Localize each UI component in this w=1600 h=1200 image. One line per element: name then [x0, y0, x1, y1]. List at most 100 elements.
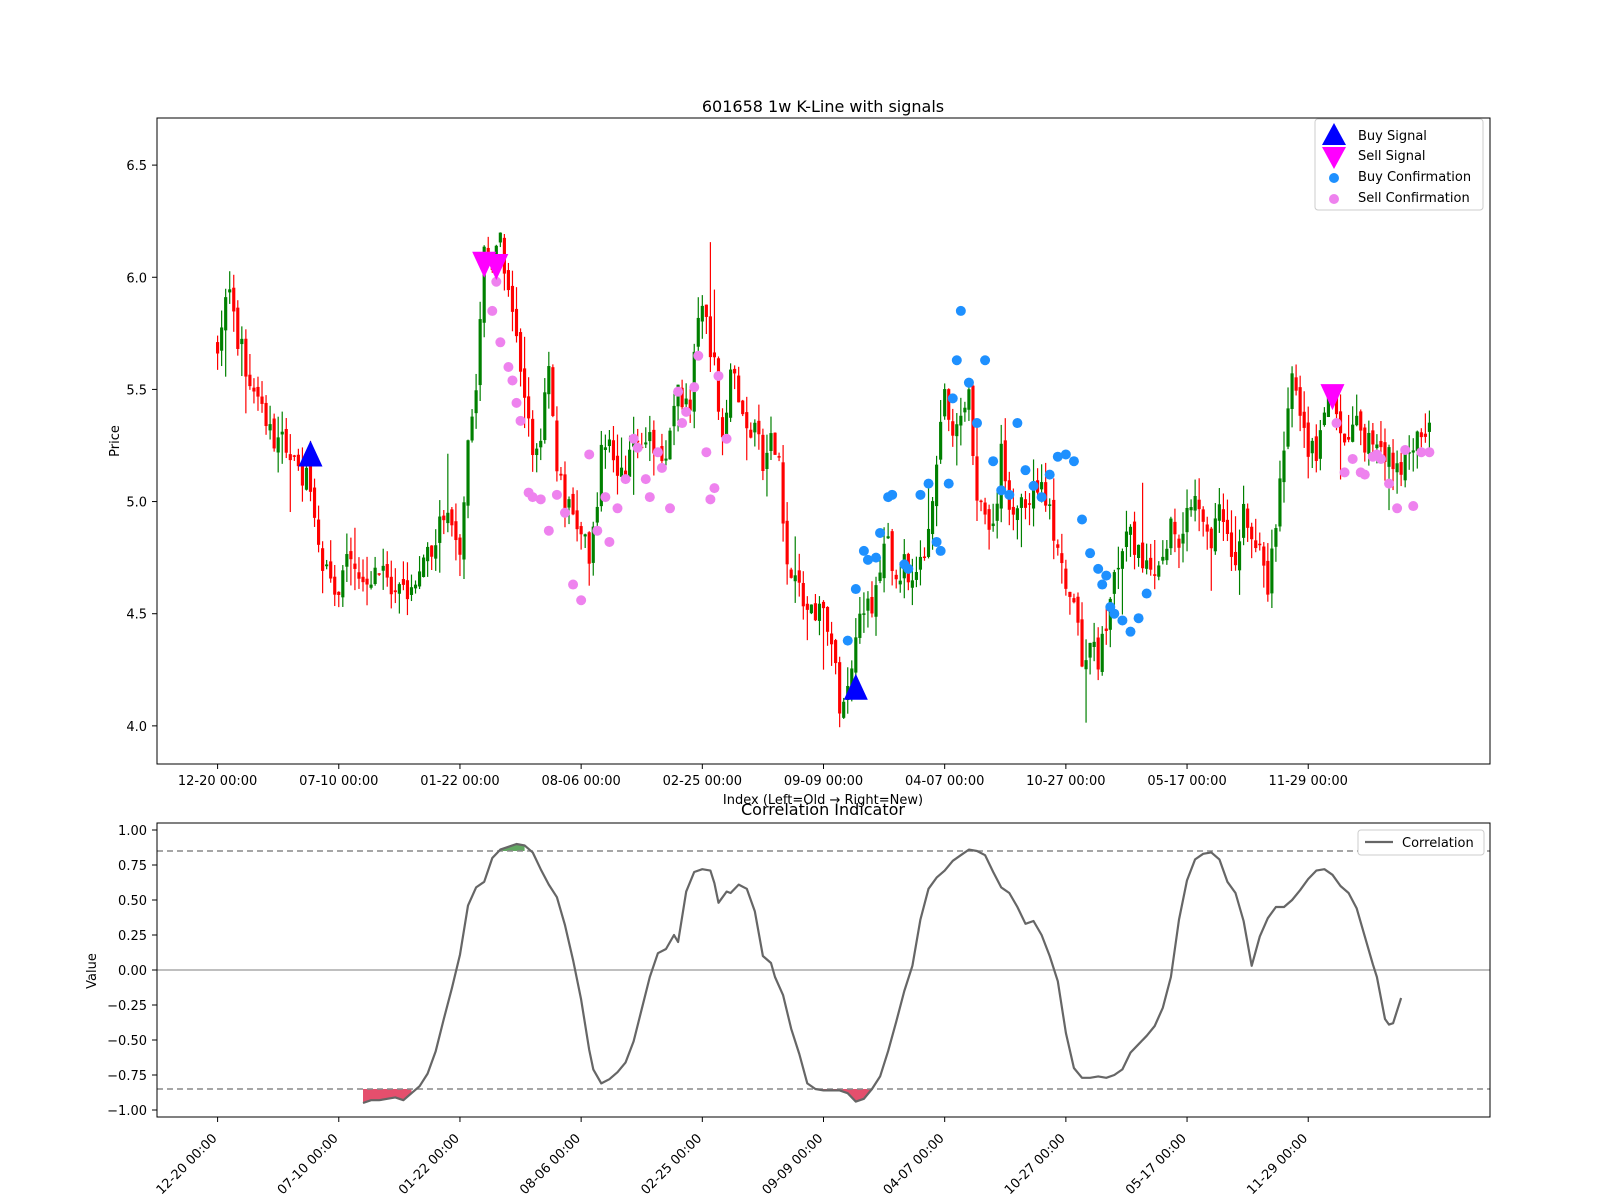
candle-body	[345, 554, 349, 567]
candle-body	[1371, 430, 1375, 445]
candle-body	[1347, 437, 1351, 440]
candle-body	[1266, 560, 1270, 595]
candle-body	[1205, 524, 1209, 532]
candle-body	[373, 567, 377, 585]
kline-legend: Buy Signal Sell Signal Buy Confirmation …	[1314, 118, 1484, 211]
y-tick-label: 6.0	[126, 271, 147, 286]
candle-body	[611, 440, 616, 461]
candle-body	[781, 462, 785, 524]
candle-body	[696, 317, 700, 347]
candle-body	[842, 701, 846, 718]
candle-body	[963, 407, 967, 413]
candle-body	[349, 551, 353, 560]
candle-body	[244, 338, 248, 377]
sell-confirmation-point	[709, 483, 720, 494]
candle-body	[935, 464, 939, 507]
candle-body	[615, 455, 620, 476]
candle-body	[1011, 506, 1015, 515]
y-tick-label: 0.75	[118, 859, 147, 874]
candle-body	[1132, 521, 1137, 555]
kline-title: 601658 1w K-Line with signals	[702, 97, 944, 116]
candle-body	[377, 573, 381, 575]
candle-body	[1282, 450, 1286, 483]
candle-body	[1027, 503, 1032, 505]
candle-body	[1427, 422, 1431, 432]
candle-body	[1104, 628, 1108, 631]
x-tick-label: 11-29 00:00	[1269, 774, 1348, 789]
figure: 601658 1w K-Line with signals 4.0 4.5 5.0 5…	[85, 97, 1491, 1198]
candle-body	[1116, 567, 1120, 570]
candle-body	[1306, 422, 1310, 457]
candle-body	[337, 591, 341, 595]
buy-confirmation-point	[935, 545, 946, 556]
candle-body	[700, 305, 704, 322]
candle-body	[466, 440, 470, 506]
candle-body	[1419, 432, 1423, 438]
candle-body	[1209, 528, 1213, 549]
candle-body	[749, 429, 753, 438]
candle-body	[559, 473, 563, 476]
candle-body	[975, 456, 979, 501]
candle-body	[1217, 504, 1221, 521]
candle-body	[551, 367, 555, 416]
candle-body	[308, 462, 313, 492]
candle-body	[1120, 551, 1124, 569]
candle-body	[1213, 518, 1217, 552]
buy-confirmation-point	[1109, 608, 1120, 619]
candle-body	[943, 389, 947, 417]
candle-body	[834, 640, 838, 664]
candle-body	[264, 402, 268, 427]
candle-body	[1274, 528, 1278, 547]
candle-body	[389, 576, 393, 595]
candle-body	[1056, 544, 1060, 548]
x-tick-label: 05-17 00:00	[1123, 1131, 1190, 1198]
candle-body	[288, 454, 292, 461]
candle-body	[1387, 447, 1391, 467]
candle-body	[1250, 526, 1254, 540]
x-tick-label: 05-17 00:00	[1147, 774, 1226, 789]
candle-body	[321, 548, 325, 571]
y-tick-label: −1.00	[107, 1104, 147, 1119]
sell-confirmation-point	[693, 350, 704, 361]
candle-body	[1003, 440, 1007, 482]
candle-body	[260, 396, 264, 404]
candle-body	[1080, 619, 1084, 667]
candle-body	[720, 417, 725, 438]
candle-body	[898, 580, 902, 585]
sell-confirmation-point	[620, 474, 631, 485]
candle-body	[793, 575, 797, 582]
candle-body	[1076, 596, 1080, 623]
candle-body	[575, 510, 579, 530]
candle-body	[664, 458, 668, 461]
candle-body	[555, 420, 559, 472]
candle-body	[737, 375, 741, 403]
legend-buy-confirmation: Buy Confirmation	[1358, 170, 1471, 185]
buy-confirmation-point	[1093, 563, 1104, 574]
candle-body	[1318, 430, 1322, 459]
candle-body	[1242, 503, 1246, 538]
sell-confirmation-point	[1392, 503, 1403, 514]
candle-body	[506, 270, 511, 291]
y-tick-label: 0.50	[118, 894, 147, 909]
candle-body	[397, 584, 401, 594]
sell-confirmation-point	[721, 433, 732, 444]
candle-body	[668, 430, 672, 460]
buy-confirmation-point	[1068, 456, 1079, 467]
candle-body	[769, 433, 773, 452]
candle-body	[1355, 415, 1359, 426]
sell-confirmation-point	[1400, 444, 1411, 455]
candle-body	[991, 523, 995, 527]
candle-body	[648, 432, 652, 442]
candle-body	[1225, 519, 1230, 535]
candle-body	[535, 448, 539, 456]
candle-body	[741, 400, 745, 415]
x-tick-label: 10-27 00:00	[1002, 1131, 1069, 1198]
y-tick-label: 1.00	[118, 824, 147, 839]
candle-body	[1229, 532, 1234, 557]
candle-body	[458, 537, 462, 555]
candle-body	[527, 396, 531, 419]
candle-body	[886, 536, 890, 539]
candle-body	[232, 287, 236, 312]
correlation-y-ticks: −1.00 −0.75 −0.50 −0.25 0.00 0.25 0.50 0.75 1.00	[107, 824, 157, 1119]
candle-body	[918, 556, 923, 570]
